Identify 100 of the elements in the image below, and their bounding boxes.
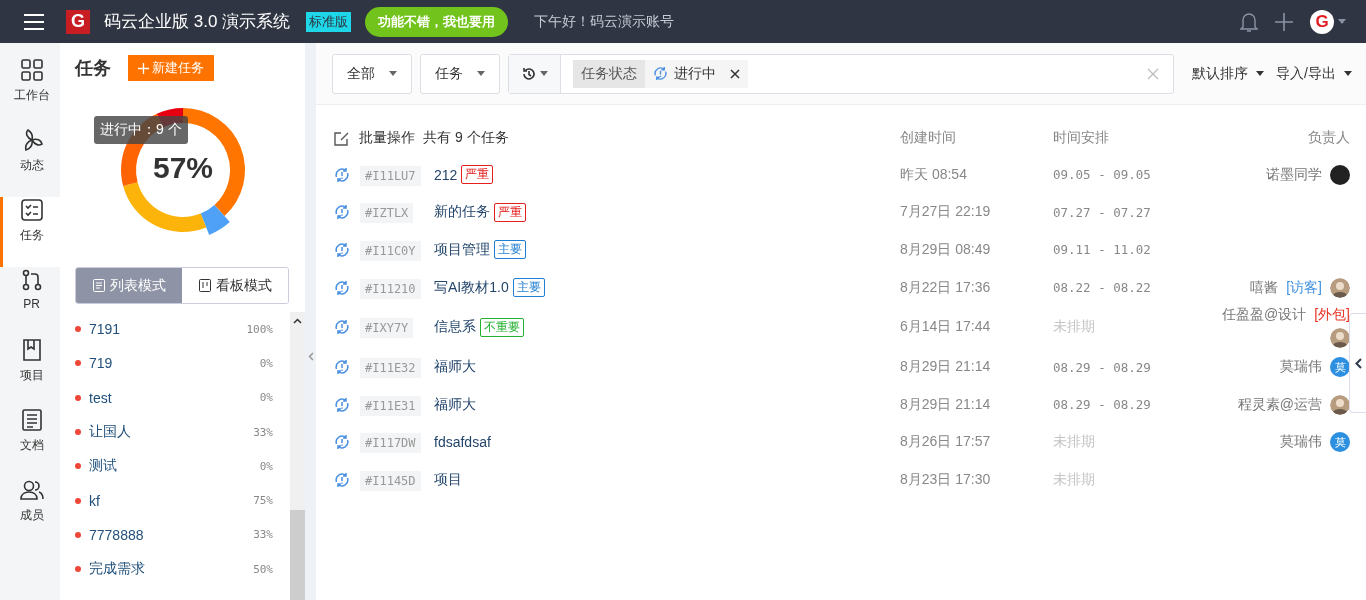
nav-item[interactable]: 文档 [0,407,60,477]
task-title[interactable]: 信息系 [434,318,476,337]
type-dropdown[interactable]: 任务 [420,53,500,94]
created-time: 6月14日 17:44 [900,318,992,337]
project-item[interactable]: 7191 100% [75,312,273,347]
task-title[interactable]: fdsafdsaf [434,434,491,451]
created-time: 8月22日 17:36 [900,278,992,297]
history-dropdown[interactable] [509,54,561,93]
column-header[interactable]: 创建时间 [900,129,1053,147]
task-title[interactable]: 212 [434,166,458,183]
priority-tag: 主要 [494,240,526,260]
progress-percent: 33% [253,425,273,439]
chevron-left-icon [307,352,314,361]
schedule: 08.29 - 08.29 [1053,397,1152,413]
task-title[interactable]: 项目管理 [434,241,490,259]
status-dot [75,531,81,538]
task-id: #I11LU7 [360,165,421,186]
bell-icon[interactable] [1240,10,1258,33]
schedule: 未排期 [1053,318,1096,337]
priority-tag: 严重 [461,165,494,185]
status-dot [75,497,81,504]
project-item[interactable]: 完成需求 50% [75,552,273,587]
progress-percent: 0% [259,391,273,405]
history-icon [521,65,537,82]
import-export-dropdown[interactable]: 导入/导出 [1276,64,1352,83]
task-title[interactable]: 写AI教材1.0 [434,278,509,297]
plus-icon [138,62,149,74]
column-header[interactable]: 时间安排 [1053,129,1213,147]
task-id: #I11210 [360,278,421,299]
task-id: #I117DW [360,433,421,454]
task-count: 共有 9 个任务 [423,129,509,147]
refresh-alert-icon[interactable] [334,319,350,336]
schedule: 08.29 - 08.29 [1053,359,1152,375]
project-item[interactable]: 7778888 33% [75,517,273,553]
caret-icon[interactable] [1338,19,1346,24]
project-item[interactable]: 让国人 33% [75,414,273,450]
close-icon[interactable] [730,68,740,79]
scrollbar[interactable] [290,312,305,600]
filter-chip[interactable]: 进行中 [645,59,748,88]
project-item[interactable]: test 0% [75,380,273,415]
refresh-alert-icon[interactable] [334,359,350,376]
task-id: #I11E32 [360,358,421,379]
task-id: #I11E31 [360,395,421,416]
nav-item[interactable]: 任务 [0,197,60,267]
sort-dropdown[interactable]: 默认排序 [1192,64,1265,83]
task-id: #IXY7Y [360,318,414,339]
task-title[interactable]: 新的任务 [434,203,490,222]
created-time: 8月29日 08:49 [900,241,992,259]
book-icon [20,339,43,361]
refresh-alert-icon[interactable] [334,279,350,296]
batch-action-link[interactable]: 批量操作 [359,129,415,147]
panel-title: 任务 [75,57,111,80]
caret-icon [1256,71,1265,76]
refresh-alert-icon[interactable] [334,242,350,258]
refresh-alert-icon[interactable] [334,396,350,413]
project-item[interactable]: 719 0% [75,346,273,381]
nav-item[interactable]: 动态 [0,127,60,197]
schedule: 未排期 [1053,433,1096,452]
assignee-name: 任盈盈@设计 [1222,306,1307,325]
greeting: 下午好！码云演示账号 [534,12,675,31]
priority-tag: 主要 [512,278,545,298]
task-title[interactable]: 福师大 [434,395,476,414]
created-time: 8月26日 17:57 [900,433,992,452]
edition-badge: 标准版 [306,11,352,32]
plus-icon[interactable] [1274,11,1294,32]
status-dot [75,429,81,436]
nav-item[interactable]: 成员 [0,477,60,547]
menu-icon[interactable] [24,13,44,30]
filter-field[interactable]: 任务状态 进行中 [508,53,1175,94]
task-title[interactable]: 福师大 [434,358,476,377]
refresh-alert-icon[interactable] [334,166,350,183]
column-header[interactable]: 负责人 [1308,129,1350,147]
clear-icon[interactable] [1147,67,1160,80]
scope-dropdown[interactable]: 全部 [332,53,412,94]
assignee-name: 嘻酱 [1250,278,1279,297]
created-time: 7月27日 22:19 [900,203,992,222]
created-time: 8月23日 17:30 [900,470,992,489]
caret-icon [389,71,397,76]
project-item[interactable]: kf 75% [75,483,273,518]
task-title[interactable]: 项目 [434,470,462,489]
nav-item[interactable]: 项目 [0,337,60,407]
avatar-icon: 莫 [1330,357,1350,378]
collapse-handle[interactable] [305,43,316,600]
project-item[interactable]: 测试 0% [75,449,273,484]
progress-percent: 0% [259,459,273,473]
edit-icon[interactable] [334,130,349,146]
schedule: 09.11 - 11.02 [1053,242,1152,258]
progress-percent: 0% [259,356,273,370]
nav-item[interactable]: PR [0,267,60,337]
refresh-alert-icon[interactable] [334,471,350,488]
scrollbar-thumb[interactable] [290,510,305,600]
people-icon [19,479,44,501]
refresh-alert-icon[interactable] [334,204,350,221]
refresh-alert-icon[interactable] [334,434,350,451]
user-avatar[interactable]: G [1310,9,1334,34]
avatar-icon: 莫 [1330,432,1350,453]
chevron-left-icon [1354,357,1362,369]
tooltip: 进行中：9 个 [94,116,188,144]
logo[interactable]: G [66,9,90,34]
nav-item[interactable]: 工作台 [0,57,60,127]
